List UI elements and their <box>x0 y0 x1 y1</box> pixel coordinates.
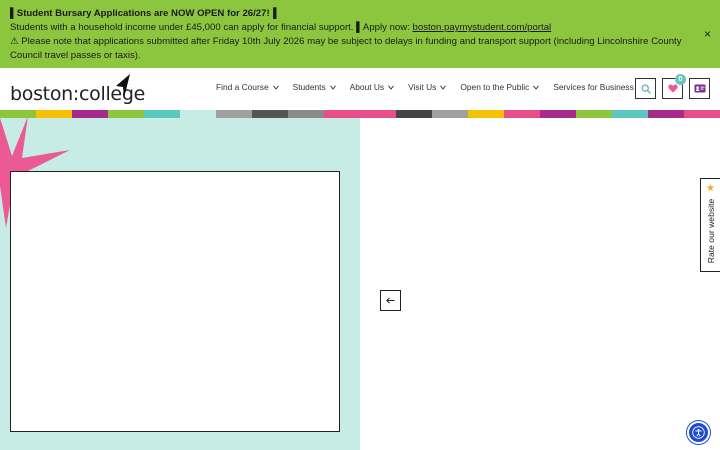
nav-visit-us[interactable]: Visit Us <box>408 82 447 92</box>
chevron-down-icon <box>533 85 540 90</box>
stripe-segment <box>144 110 180 118</box>
site-logo[interactable]: boston:college <box>10 74 145 104</box>
stripe-segment <box>432 110 468 118</box>
hero-image-frame <box>10 171 340 432</box>
nav-label: Open to the Public <box>460 82 530 92</box>
nav-find-a-course[interactable]: Find a Course <box>216 82 279 92</box>
stripe-segment <box>72 110 108 118</box>
heart-icon <box>667 84 678 93</box>
nav-label: Find a Course <box>216 82 269 92</box>
stripe-segment <box>468 110 504 118</box>
logo-arrow-icon <box>116 74 130 98</box>
stripe-segment <box>540 110 576 118</box>
decorative-color-stripe <box>0 110 720 118</box>
announcement-banner: ▌Student Bursary Applications are NOW OP… <box>0 0 720 68</box>
nav-open-to-the-public[interactable]: Open to the Public <box>460 82 540 92</box>
stripe-segment <box>648 110 684 118</box>
star-icon: ★ <box>706 183 715 194</box>
favourites-count-badge: 0 <box>675 74 686 85</box>
stripe-segment <box>684 110 720 118</box>
favourites-button[interactable]: 0 <box>662 74 686 99</box>
search-icon <box>641 84 651 94</box>
stripe-segment <box>252 110 288 118</box>
accessibility-icon <box>692 426 705 439</box>
rate-tab-label: Rate our website <box>706 198 716 264</box>
search-button[interactable] <box>635 78 656 99</box>
nav-label: Students <box>292 82 326 92</box>
nav-students[interactable]: Students <box>293 82 336 92</box>
stripe-segment <box>288 110 324 118</box>
stripe-segment <box>108 110 144 118</box>
nav-services-for-business[interactable]: Services for Business <box>553 82 644 92</box>
stripe-segment <box>180 110 216 118</box>
id-card-icon <box>694 84 705 93</box>
hero-content-panel <box>360 118 720 450</box>
close-icon[interactable]: × <box>704 28 711 40</box>
nav-label: Services for Business <box>553 82 634 92</box>
hero-panel <box>0 118 360 450</box>
stripe-segment <box>576 110 612 118</box>
stripe-segment <box>36 110 72 118</box>
stripe-segment <box>216 110 252 118</box>
site-header: boston:college Find a Course Students Ab… <box>0 68 720 110</box>
stripe-segment <box>0 110 36 118</box>
student-id-button[interactable] <box>689 78 710 99</box>
nav-label: About Us <box>349 82 385 92</box>
stripe-segment <box>396 110 432 118</box>
stripe-segment <box>324 110 360 118</box>
accessibility-button[interactable] <box>687 421 710 444</box>
bursary-portal-link[interactable]: boston.paymystudent.com/portal <box>413 22 552 33</box>
chevron-down-icon <box>272 85 279 90</box>
main-nav: Find a Course Students About Us Visit Us… <box>216 82 658 92</box>
carousel-prev-button[interactable] <box>380 290 401 311</box>
rate-our-website-tab[interactable]: ★ Rate our website <box>700 178 720 272</box>
banner-headline: ▌Student Bursary Applications are NOW OP… <box>10 8 277 19</box>
nav-about-us[interactable]: About Us <box>350 82 394 92</box>
stripe-segment <box>360 110 396 118</box>
stripe-segment <box>612 110 648 118</box>
chevron-down-icon <box>440 85 447 90</box>
stripe-segment <box>504 110 540 118</box>
banner-delay-notice: ⚠ Please note that applications submitte… <box>10 36 682 61</box>
chevron-down-icon <box>329 85 336 90</box>
nav-label: Visit Us <box>408 82 437 92</box>
banner-bursary-text: Students with a household income under £… <box>10 22 552 33</box>
arrow-left-icon <box>386 297 395 304</box>
chevron-down-icon <box>388 85 394 90</box>
